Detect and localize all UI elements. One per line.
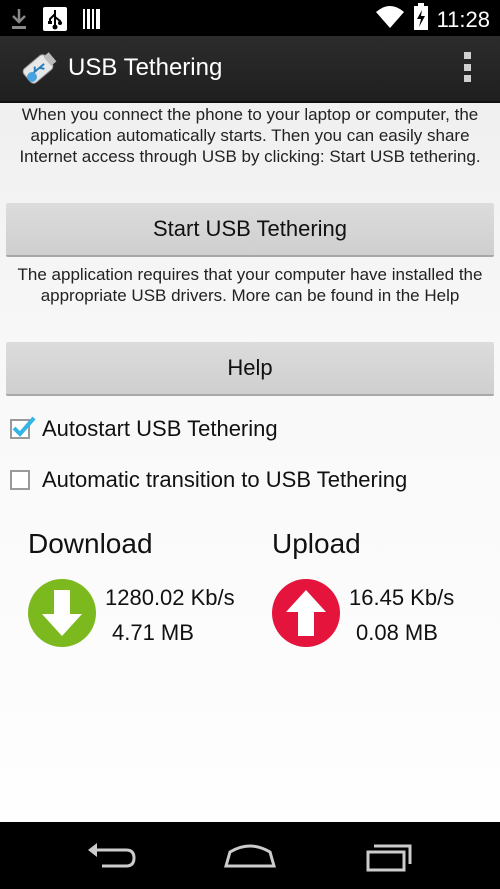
action-bar: USB Tethering [0, 36, 500, 103]
download-speed: 1280.02 Kb/s [105, 585, 235, 610]
autostart-checkbox[interactable] [10, 416, 36, 439]
download-arrow-icon [27, 578, 97, 648]
usb-tether-app-icon [18, 50, 58, 88]
description-start: When you connect the phone to your lapto… [19, 105, 481, 166]
usb-icon [42, 6, 68, 37]
upload-speed: 16.45 Kb/s [349, 585, 455, 610]
back-icon[interactable] [82, 838, 142, 874]
checkmark-icon [12, 416, 36, 437]
autostart-label: Autostart USB Tethering [42, 416, 278, 441]
wifi-icon [375, 4, 405, 35]
barcode-icon [82, 7, 102, 36]
screen: 11:28 USB Tethering When you connect the… [0, 0, 500, 889]
upload-arrow-icon [271, 578, 341, 648]
app-title: USB Tethering [68, 54, 223, 81]
status-bar: 11:28 [0, 0, 500, 36]
recents-icon[interactable] [360, 838, 420, 874]
download-size: 4.71 MB [112, 620, 194, 645]
auto-transition-option[interactable]: Automatic transition to USB Tethering [10, 467, 407, 493]
auto-transition-checkbox[interactable] [10, 470, 30, 490]
battery-charging-icon [413, 3, 429, 36]
navigation-bar [0, 822, 500, 889]
autostart-option[interactable]: Autostart USB Tethering [10, 416, 278, 442]
upload-title: Upload [272, 528, 361, 559]
clock: 11:28 [436, 6, 490, 32]
description-drivers: The application requires that your compu… [17, 265, 483, 305]
download-title: Download [28, 528, 153, 559]
auto-transition-label: Automatic transition to USB Tethering [42, 467, 408, 492]
help-button[interactable]: Help [6, 342, 494, 396]
download-icon [10, 7, 28, 36]
home-icon[interactable] [220, 838, 280, 874]
upload-size: 0.08 MB [356, 620, 438, 645]
start-usb-tethering-button[interactable]: Start USB Tethering [6, 203, 494, 257]
overflow-menu-icon[interactable] [462, 52, 472, 82]
